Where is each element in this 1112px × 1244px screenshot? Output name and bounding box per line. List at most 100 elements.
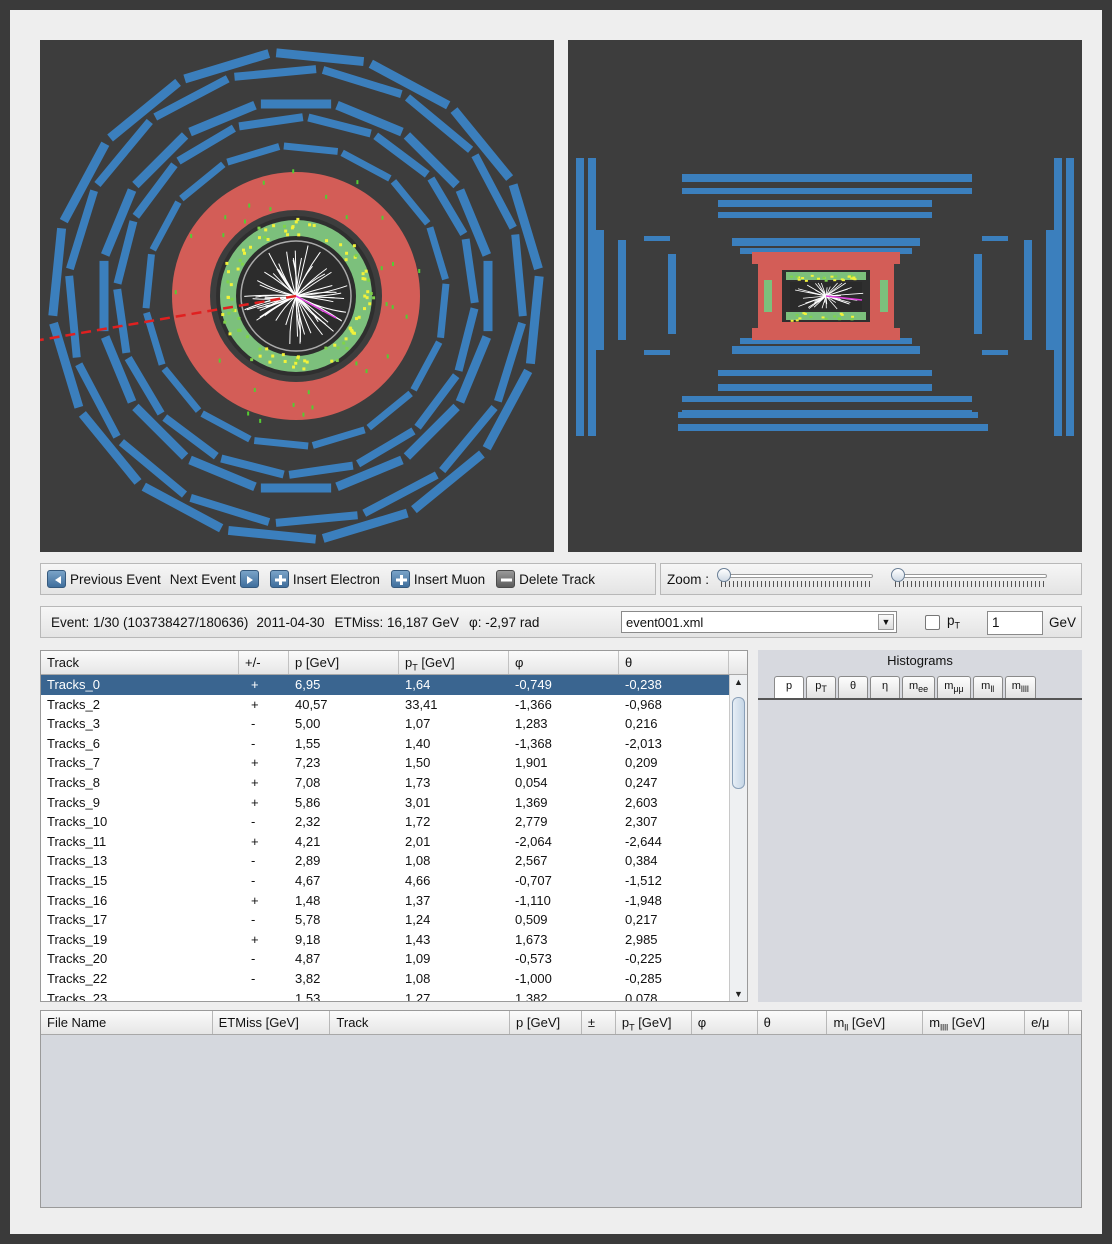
col-track[interactable]: Track [41,651,239,674]
col-pt[interactable]: pT [GeV] [399,651,509,674]
histogram-tab[interactable]: η [870,676,900,698]
selected-col-header[interactable]: φ [692,1011,758,1034]
table-row[interactable]: Tracks_13 - 2,89 1,08 2,567 0,384 [41,851,747,871]
calorimeter-deposit [798,317,802,320]
calorimeter-deposit [286,233,290,237]
table-row[interactable]: Tracks_8 +7,08 1,73 0,054 0,247 [41,773,747,793]
cell-phi: -0,573 [515,951,552,967]
muon-chamber-segment [260,483,332,493]
selected-col-header[interactable]: mllll [GeV] [923,1011,1026,1034]
calorimeter-deposit [284,229,288,233]
table-row[interactable]: Tracks_0 +6,95 1,64 -0,749 -0,238 [41,675,747,695]
calorimeter-deposit [236,267,240,271]
selected-col-header[interactable]: Track [330,1011,511,1034]
detector-rz-canvas[interactable] [568,40,1082,552]
previous-event-button[interactable]: Previous Event [47,570,161,588]
histogram-tab[interactable]: mμμ [937,676,971,698]
histogram-tab[interactable]: pT [806,676,836,698]
calorimeter-deposit [342,341,346,345]
muon-chamber-segment [283,142,339,155]
col-p[interactable]: p [GeV] [289,651,399,674]
table-row[interactable]: Tracks_7 +7,23 1,50 1,901 0,209 [41,753,747,773]
col-charge[interactable]: +/- [239,651,289,674]
histogram-tab[interactable]: mee [902,676,936,698]
detector-xy-canvas[interactable] [40,40,554,552]
cell-charge: - [251,716,256,732]
table-row[interactable]: Tracks_10 - 2,32 1,72 2,779 2,307 [41,812,747,832]
hadronic-deposit [292,169,295,174]
hadronic-deposit [391,305,394,310]
table-row[interactable]: Tracks_20 - 4,87 1,09 -0,573 -0,225 [41,949,747,969]
calorimeter-deposit [266,237,270,241]
cell-track: Tracks_10 [47,814,108,830]
table-row[interactable]: Tracks_23 1,53 1,27 1,382 0,078 [41,989,747,1002]
calorimeter-deposit [257,226,261,230]
table-row[interactable]: Tracks_19 +9,18 1,43 1,673 2,985 [41,930,747,950]
table-row[interactable]: Tracks_2 +40,57 33,41 -1,366 -0,968 [41,695,747,715]
table-row[interactable]: Tracks_11 +4,21 2,01 -2,064 -2,644 [41,832,747,852]
histogram-tab[interactable]: mll [972,676,1003,698]
table-row[interactable]: Tracks_17 - 5,78 1,24 0,509 0,217 [41,910,747,930]
zoom-slider-rz[interactable] [891,568,1051,590]
delete-track-button[interactable]: Delete Track [496,570,595,588]
col-theta[interactable]: θ [619,651,729,674]
selected-col-header[interactable]: ETMiss [GeV] [213,1011,331,1034]
calorimeter-deposit [294,361,298,365]
slider-thumb[interactable] [717,568,732,582]
insert-muon-button[interactable]: Insert Muon [390,570,485,588]
selected-col-header[interactable]: pT [GeV] [616,1011,692,1034]
table-row[interactable]: Tracks_16 +1,48 1,37 -1,110 -1,948 [41,891,747,911]
cell-theta: 2,985 [625,931,658,947]
hadronic-deposit [405,314,408,319]
calorimeter-deposit [354,254,358,258]
chevron-down-icon[interactable]: ▼ [878,614,894,630]
cell-charge: + [251,892,259,908]
detector-xy-view[interactable] [40,40,554,552]
cell-track: Tracks_20 [47,951,108,967]
scroll-down-icon[interactable]: ▼ [734,989,743,999]
hadronic-deposit [380,266,383,271]
histogram-tab[interactable]: p [774,676,804,698]
selected-col-header[interactable]: File Name [41,1011,213,1034]
hadronic-deposit [247,411,250,416]
selected-col-header[interactable]: ± [582,1011,616,1034]
histogram-tab[interactable]: mllll [1004,676,1036,698]
muon-chamber-segment [238,113,304,131]
cell-charge: + [251,833,259,849]
muon-chamber-segment [437,283,450,339]
insert-electron-button[interactable]: Insert Electron [269,570,380,588]
table-row[interactable]: Tracks_22 - 3,82 1,08 -1,000 -0,285 [41,969,747,989]
cell-track: Tracks_15 [47,872,108,888]
table-row[interactable]: Tracks_6 - 1,55 1,40 -1,368 -2,013 [41,734,747,754]
scroll-thumb[interactable] [732,697,745,789]
table-row[interactable]: Tracks_3 - 5,00 1,07 1,283 0,216 [41,714,747,734]
calorimeter-deposit [344,258,348,262]
cell-charge: - [251,814,256,830]
etmiss-value: ETMiss: 16,187 GeV [334,614,460,630]
detector-rz-view[interactable] [568,40,1082,552]
zoom-slider-xy[interactable] [717,568,877,590]
table-row[interactable]: Tracks_9 +5,86 3,01 1,369 2,603 [41,793,747,813]
calorimeter-deposit [367,278,371,282]
event-file-select[interactable]: event001.xml ▼ [621,611,897,633]
cell-theta: -0,238 [625,677,662,692]
pt-filter-checkbox[interactable] [925,615,940,630]
cell-theta: -1,512 [625,872,662,888]
pt-threshold-input[interactable]: 1 [987,611,1043,635]
selected-col-header[interactable]: θ [758,1011,828,1034]
next-event-button[interactable]: Next Event [170,570,259,588]
table-row[interactable]: Tracks_15 - 4,67 4,66 -0,707 -1,512 [41,871,747,891]
slider-thumb[interactable] [891,568,906,582]
col-phi[interactable]: φ [509,651,619,674]
selected-col-header[interactable]: p [GeV] [510,1011,582,1034]
selected-col-header[interactable]: mll [GeV] [827,1011,924,1034]
cell-pt: 1,50 [405,755,431,771]
tracks-scrollbar[interactable]: ▲ ▼ [729,675,747,1001]
cell-track: Tracks_23 [47,990,108,1002]
muon-chamber-segment [690,176,712,182]
muon-chamber-segment [275,511,358,527]
scroll-up-icon[interactable]: ▲ [734,677,743,687]
histogram-tab[interactable]: θ [838,676,868,698]
cell-p: 4,21 [295,833,321,849]
selected-col-header[interactable]: e/μ [1025,1011,1069,1034]
